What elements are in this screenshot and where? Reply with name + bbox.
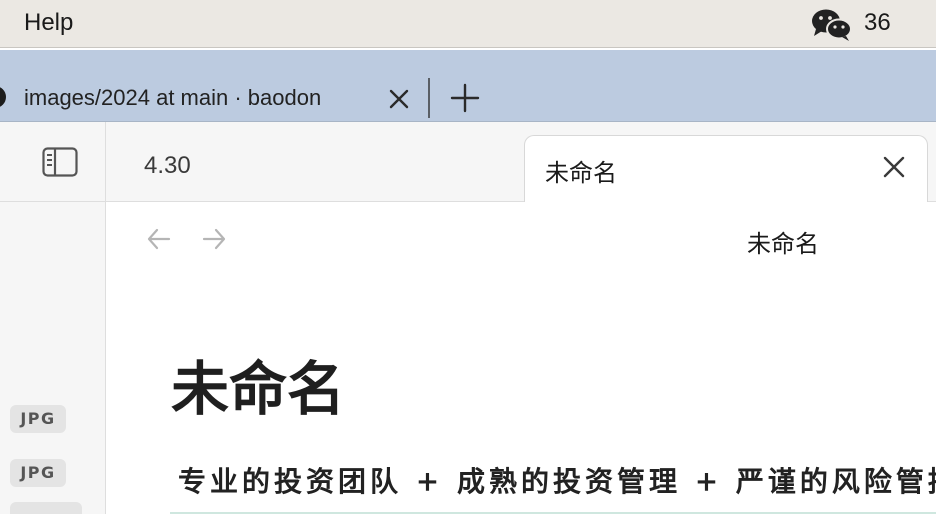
- note-title[interactable]: 未命名: [171, 342, 345, 426]
- menu-help[interactable]: Help: [24, 9, 73, 37]
- arrow-left-icon[interactable]: [146, 226, 172, 252]
- sidebar-toggle-button[interactable]: [0, 122, 106, 202]
- browser-tab[interactable]: images/2024 at main · baodon: [0, 50, 420, 122]
- menu-bar: Help 36: [0, 0, 936, 48]
- editor-pane: 未命名 未命名 专业的投资团队 + 成熟的投资管理 + 严谨的风险管控: [106, 202, 936, 514]
- file-type-badge[interactable]: JPG: [10, 459, 66, 487]
- wechat-badge-count: 36: [864, 9, 891, 36]
- view-header-title: 未命名: [747, 231, 819, 258]
- wechat-icon[interactable]: [810, 6, 854, 42]
- document-tab-bar: 4.30 未命名: [0, 122, 936, 203]
- tab-4-30[interactable]: 4.30: [144, 152, 191, 180]
- plus-icon[interactable]: [450, 83, 480, 113]
- browser-tab-title: images/2024 at main · baodon: [24, 85, 322, 110]
- close-icon[interactable]: [387, 87, 411, 111]
- tab-untitled-label: 未命名: [545, 160, 617, 187]
- file-type-badge[interactable]: JPG: [10, 405, 66, 433]
- close-icon[interactable]: [882, 155, 906, 179]
- app-window: 4.30 未命名 JPG JPG 未命名 未命名 专业的投资团队 + 成熟的投资…: [0, 122, 936, 514]
- embedded-image[interactable]: 专业的投资团队 + 成熟的投资管理 + 严谨的风险管控: [170, 454, 936, 514]
- file-sidebar: JPG JPG: [0, 202, 106, 514]
- tab-divider: [428, 78, 430, 118]
- tab-untitled[interactable]: 未命名: [524, 135, 928, 203]
- browser-tab-strip: images/2024 at main · baodon: [0, 50, 936, 122]
- image-caption-text: 专业的投资团队 + 成熟的投资管理 + 严谨的风险管控: [178, 465, 936, 498]
- sidebar-item[interactable]: [10, 502, 82, 514]
- github-icon: [0, 86, 6, 108]
- arrow-right-icon[interactable]: [201, 226, 227, 252]
- sidebar-icon: [42, 147, 78, 177]
